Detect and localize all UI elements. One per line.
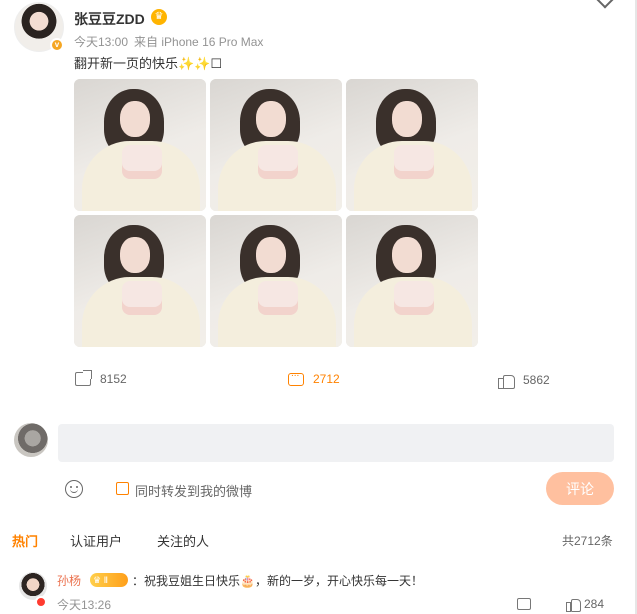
submit-comment-button[interactable]: 评论 [546, 472, 614, 505]
current-user-avatar [14, 423, 48, 457]
comment-icon [288, 368, 304, 386]
comment-total: 共2712条 [562, 534, 613, 548]
repost-label[interactable]: 同时转发到我的微博 [135, 481, 252, 500]
post-source: 来自 iPhone 16 Pro Max [134, 35, 264, 49]
comment-button[interactable]: 2712 [288, 368, 340, 386]
post-photo-6[interactable] [346, 215, 478, 347]
comment-time: 今天13:26 [57, 598, 112, 612]
post-text: 翻开新一页的快乐✨✨☐ [74, 56, 223, 71]
commenter-name[interactable]: 孙杨 [57, 572, 81, 589]
thumbs-up-icon [498, 373, 515, 389]
share-icon [75, 370, 92, 386]
tab-following[interactable]: 关注的人 [157, 531, 209, 550]
tab-hot[interactable]: 热门 [12, 531, 38, 550]
share-count: 8152 [100, 372, 127, 386]
comment-reply-icon[interactable] [517, 598, 531, 610]
chevron-down-icon[interactable] [596, 0, 614, 9]
post-photo-4[interactable] [74, 215, 206, 347]
photo-grid [74, 79, 478, 347]
fan-level-badge: ♛ Ⅱ [90, 573, 128, 587]
comment-input[interactable] [58, 424, 614, 462]
share-button[interactable]: 8152 [75, 370, 127, 386]
post-photo-3[interactable] [346, 79, 478, 211]
like-button[interactable]: 5862 [498, 373, 550, 389]
verified-badge-icon: v [50, 38, 64, 52]
post-photo-2[interactable] [210, 79, 342, 211]
post-time[interactable]: 今天13:00 [74, 35, 128, 49]
post-photo-5[interactable] [210, 215, 342, 347]
like-count: 5862 [523, 373, 550, 387]
post-meta: 今天13:00 来自 iPhone 16 Pro Max [74, 33, 263, 50]
post-photo-1[interactable] [74, 79, 206, 211]
tab-verified-users[interactable]: 认证用户 [70, 531, 122, 550]
author-name[interactable]: 张豆豆ZDD [74, 9, 145, 29]
vip-crown-icon: ♛ [151, 9, 167, 25]
verified-red-icon [35, 596, 47, 608]
comment-text: ：祝我豆姐生日快乐🎂，新的一岁，开心快乐每一天！ [132, 574, 423, 588]
comment-thumbs-up-icon[interactable] [566, 597, 581, 612]
comment-count: 2712 [313, 372, 340, 386]
comment-like-count: 284 [584, 597, 605, 611]
fan-level-label: Ⅱ [103, 575, 109, 585]
repost-checkbox[interactable] [116, 482, 129, 495]
